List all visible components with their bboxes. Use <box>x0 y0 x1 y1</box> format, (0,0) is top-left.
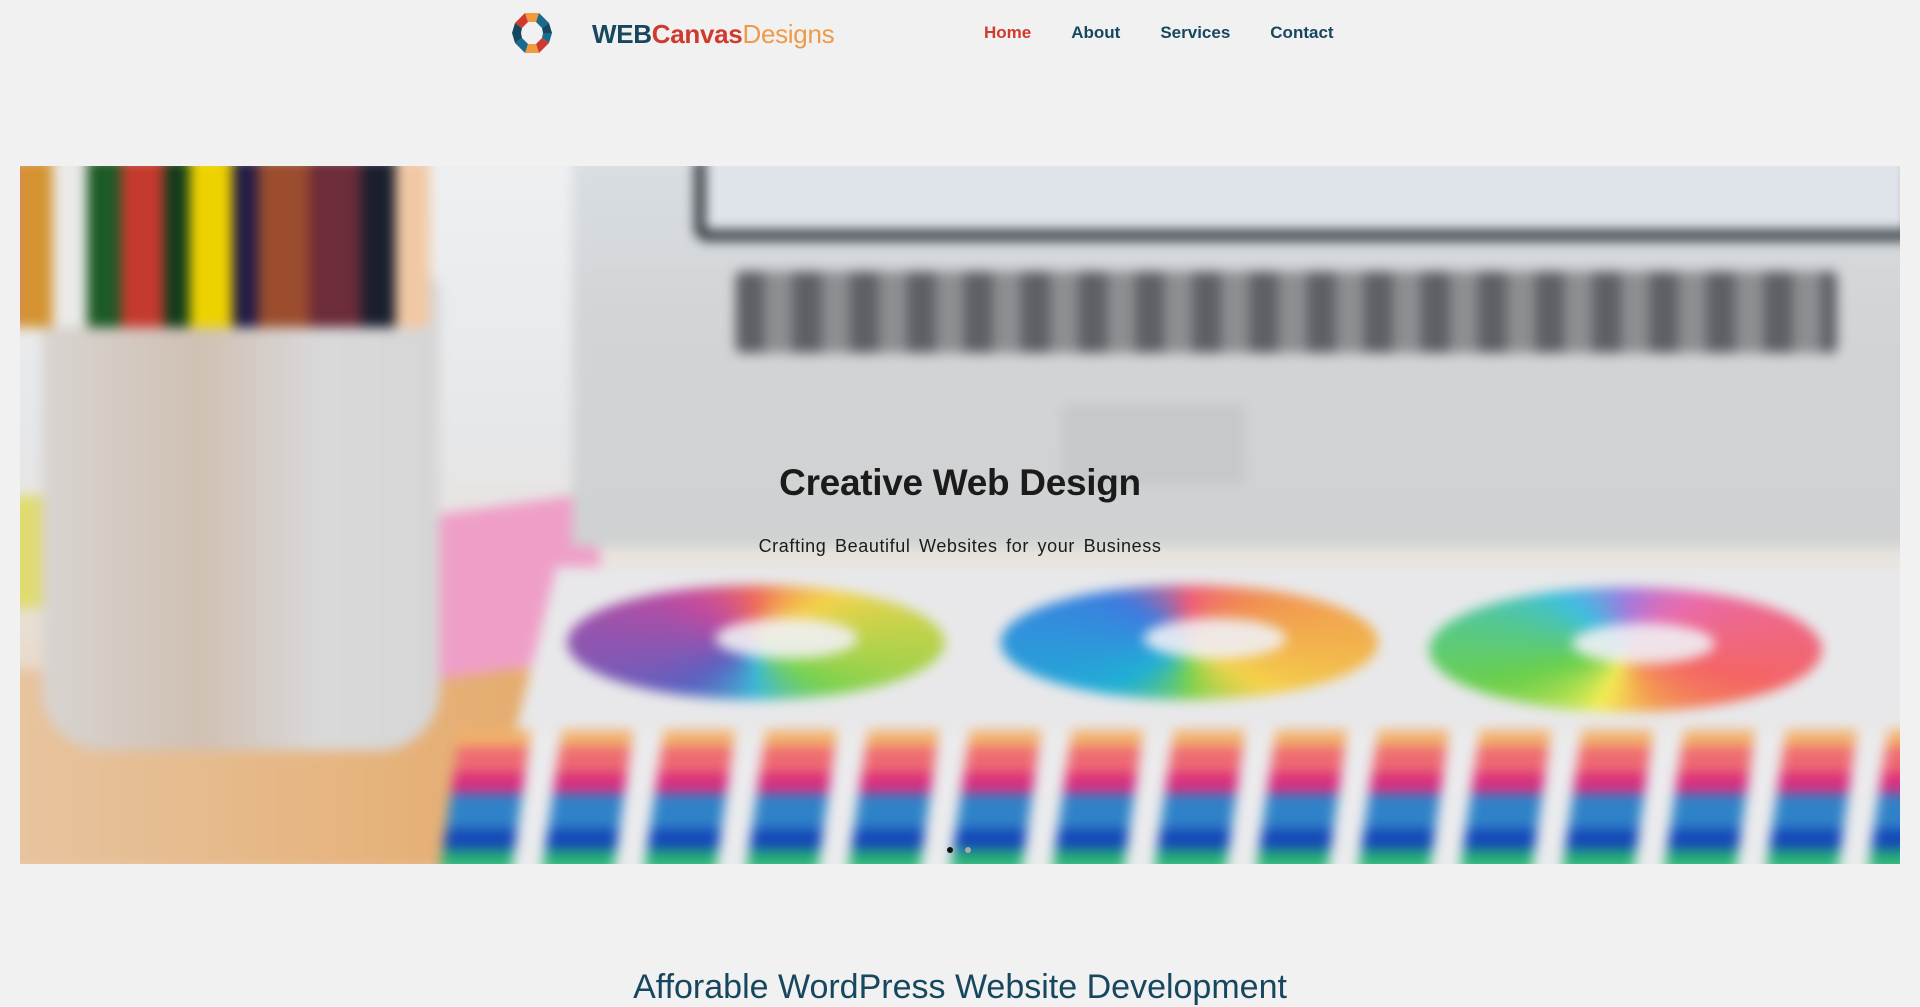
nav-about[interactable]: About <box>1071 21 1120 45</box>
hero-subtitle: Crafting Beautiful Websites for your Bus… <box>758 536 1162 556</box>
nav-services[interactable]: Services <box>1160 21 1230 45</box>
hero-slider: Creative Web Design Crafting Beautiful W… <box>20 166 1900 864</box>
slider-dot-2[interactable] <box>965 847 971 853</box>
brand-wordmark[interactable]: WEBCanvasDesigns <box>592 17 835 51</box>
section-heading: Afforable WordPress Website Development <box>633 968 1287 1006</box>
brand-part-designs: Designs <box>742 19 835 49</box>
nav-contact[interactable]: Contact <box>1270 21 1333 45</box>
main-nav: Home About Services Contact <box>984 21 1374 45</box>
hero-title: Creative Web Design <box>779 462 1141 503</box>
nav-home[interactable]: Home <box>984 21 1031 45</box>
slider-dot-1[interactable] <box>947 847 953 853</box>
slider-pagination <box>947 847 971 853</box>
logo-icon[interactable] <box>510 11 554 55</box>
hero-background-image <box>20 166 1900 864</box>
site-header: WEBCanvasDesigns Home About Services Con… <box>0 0 1920 68</box>
brand-part-web: WEB <box>592 19 652 49</box>
brand-part-canvas: Canvas <box>651 19 743 49</box>
